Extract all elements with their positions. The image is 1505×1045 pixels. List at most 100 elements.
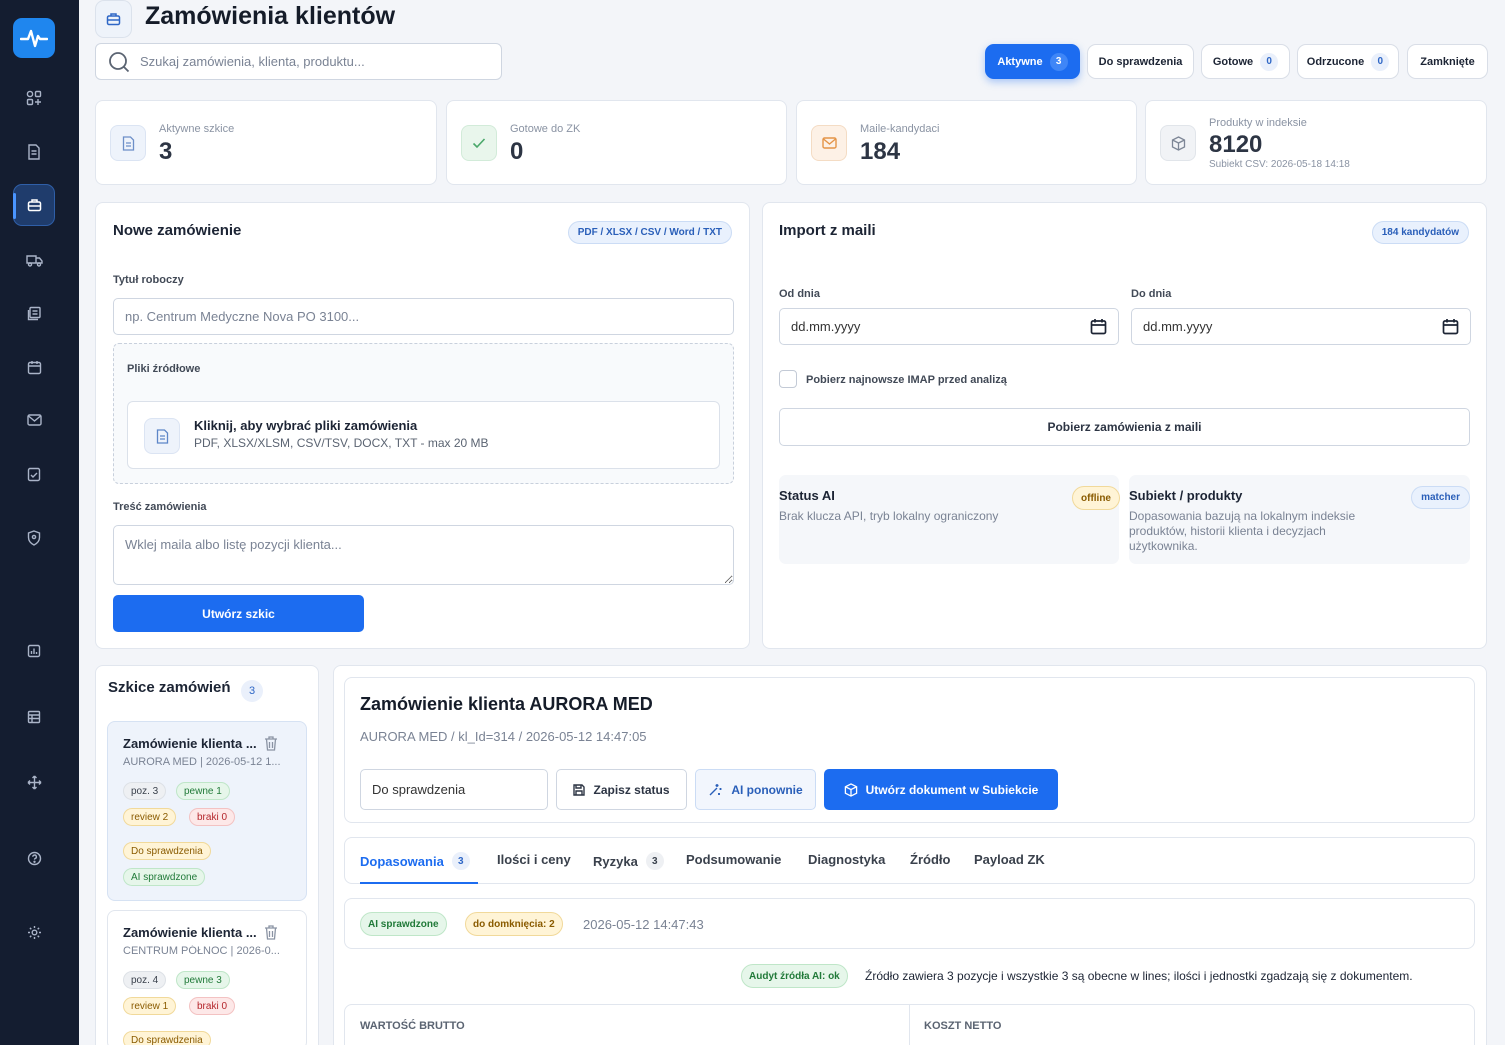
filter-to-check[interactable]: Do sprawdzenia	[1087, 44, 1194, 79]
date-from-input[interactable]: dd.mm.yyyy	[779, 308, 1119, 345]
tag-status: Do sprawdzenia	[123, 842, 211, 860]
tab-label: Podsumowanie	[686, 852, 782, 867]
tab-count: 3	[645, 852, 664, 870]
tag-review: review 1	[123, 997, 177, 1015]
section-title: Nowe zamówienie	[113, 222, 242, 239]
tab-source[interactable]: Źródło	[910, 852, 950, 867]
filter-label: Do sprawdzenia	[1098, 55, 1183, 68]
create-draft-button[interactable]: Utwórz szkic	[113, 595, 364, 632]
section-title: Import z maili	[779, 222, 876, 239]
tab-summary[interactable]: Podsumowanie	[686, 852, 781, 867]
tab-payload-zk[interactable]: Payload ZK	[974, 852, 1045, 867]
filter-active[interactable]: Aktywne 3	[985, 44, 1080, 79]
ai-status-text: Brak klucza API, tryb lokalny ograniczon…	[779, 509, 999, 523]
nav-integrations[interactable]	[13, 761, 55, 803]
nav-calendar[interactable]	[13, 346, 55, 388]
nav-orders[interactable]	[13, 184, 55, 226]
stat-label: Gotowe do ZK	[510, 123, 581, 135]
stat-value: 184	[860, 138, 901, 165]
source-files-dropzone: Pliki źródłowe Kliknij, aby wybrać pliki…	[113, 343, 734, 484]
search-icon	[109, 51, 130, 72]
imap-checkbox[interactable]	[779, 370, 797, 388]
trash-icon[interactable]	[264, 736, 278, 751]
search-input[interactable]	[140, 54, 480, 69]
date-to-input[interactable]: dd.mm.yyyy	[1131, 308, 1471, 345]
draft-card[interactable]: Zamówienie klienta ... AURORA MED | 2026…	[107, 721, 307, 901]
trash-icon[interactable]	[264, 925, 278, 940]
help-icon	[27, 851, 41, 865]
filter-count: 0	[1371, 52, 1390, 71]
nav-tasks[interactable]	[13, 453, 55, 495]
orders-header-icon	[95, 0, 132, 38]
filter-rejected[interactable]: Odrzucone 0	[1297, 44, 1399, 79]
stat-sub: Subiekt CSV: 2026-05-18 14:18	[1209, 159, 1350, 170]
stat-card-products: Produkty w indeksie 8120 Subiekt CSV: 20…	[1145, 100, 1487, 185]
tab-risks[interactable]: Ryzyka 3	[593, 852, 664, 870]
app-logo[interactable]	[13, 18, 55, 58]
stat-card-ready-zk: Gotowe do ZK 0	[446, 100, 787, 185]
calendar-icon	[27, 360, 41, 374]
filter-label: Gotowe	[1212, 55, 1254, 68]
section-title: Szkice zamówień	[108, 679, 231, 696]
mail-icon	[811, 125, 847, 161]
check-icon	[461, 125, 497, 161]
tab-quantities-prices[interactable]: Ilości i ceny	[497, 852, 571, 867]
totals-card: WARTOŚĆ BRUTTO KOSZT NETTO	[344, 1004, 1475, 1045]
save-icon	[573, 783, 586, 796]
nav-documents[interactable]	[13, 131, 55, 173]
status-select[interactable]: Do sprawdzenia	[360, 769, 548, 810]
upload-subtitle: PDF, XLSX/XLSM, CSV/TSV, DOCX, TXT - max…	[194, 436, 489, 450]
tab-matches[interactable]: Dopasowania 3	[360, 852, 470, 870]
document-icon	[110, 125, 146, 161]
file-icon	[144, 418, 180, 454]
subiekt-title: Subiekt / produkty	[1129, 488, 1243, 503]
order-detail-panel: Zamówienie klienta AURORA MED AURORA MED…	[333, 665, 1487, 1045]
nav-settings[interactable]	[13, 911, 55, 953]
grid-icon	[26, 90, 42, 106]
subiekt-text: Dopasowania bazują na lokalnym indeksie …	[1129, 509, 1356, 553]
field-label: Do dnia	[1131, 288, 1172, 300]
tab-diagnostics[interactable]: Diagnostyka	[808, 852, 885, 867]
filter-ready[interactable]: Gotowe 0	[1201, 44, 1290, 79]
nav-mail[interactable]	[13, 399, 55, 441]
ai-checked-badge: AI sprawdzone	[360, 912, 447, 936]
sparkle-icon	[709, 784, 722, 796]
matcher-badge: matcher	[1411, 486, 1470, 509]
nav-dashboard[interactable]	[13, 77, 55, 119]
nav-reports[interactable]	[13, 630, 55, 672]
stat-value: 0	[510, 138, 524, 165]
draft-subtitle: AURORA MED | 2026-05-12 1...	[123, 756, 281, 768]
checklist-icon	[27, 467, 41, 481]
nav-security[interactable]	[13, 517, 55, 559]
fetch-mail-orders-button[interactable]: Pobierz zamówienia z maili	[779, 408, 1470, 446]
nav-table[interactable]	[13, 696, 55, 738]
calendar-icon[interactable]	[1442, 318, 1459, 335]
filter-label: Aktywne	[997, 55, 1043, 68]
working-title-input[interactable]	[113, 298, 734, 335]
stat-card-mail-candidates: Maile-kandydaci 184	[796, 100, 1137, 185]
nav-deliveries[interactable]	[13, 239, 55, 281]
divider	[909, 1005, 910, 1045]
stack-icon	[27, 306, 41, 320]
filter-closed[interactable]: Zamknięte	[1407, 44, 1488, 79]
box-icon	[1160, 125, 1196, 161]
nav-help[interactable]	[13, 837, 55, 879]
shield-icon	[27, 530, 41, 546]
draft-title: Zamówienie klienta ...	[123, 925, 257, 940]
draft-card[interactable]: Zamówienie klienta ... CENTRUM PÓŁNOC | …	[107, 910, 307, 1045]
imap-label: Pobierz najnowsze IMAP przed analizą	[806, 374, 1007, 386]
order-content-textarea[interactable]	[113, 525, 734, 585]
tab-count: 3	[451, 852, 470, 870]
ai-again-button[interactable]: AI ponownie	[695, 769, 816, 810]
nav-archive[interactable]	[13, 292, 55, 334]
detail-tabs: Dopasowania 3 Ilości i ceny Ryzyka 3 Pod…	[344, 837, 1475, 884]
file-picker[interactable]: Kliknij, aby wybrać pliki zamówienia PDF…	[127, 401, 720, 469]
chart-icon	[27, 644, 41, 658]
main-content: Zamówienia klientów Aktywne 3 Do sprawdz…	[79, 0, 1505, 1045]
save-status-button[interactable]: Zapisz status	[556, 769, 687, 810]
search-box[interactable]	[95, 43, 502, 80]
ai-check-strip: AI sprawdzone do domknięcia: 2 2026-05-1…	[344, 898, 1475, 949]
calendar-icon[interactable]	[1090, 318, 1107, 335]
create-subiekt-document-button[interactable]: Utwórz dokument w Subiekcie	[824, 769, 1058, 810]
stat-value: 3	[159, 138, 173, 165]
